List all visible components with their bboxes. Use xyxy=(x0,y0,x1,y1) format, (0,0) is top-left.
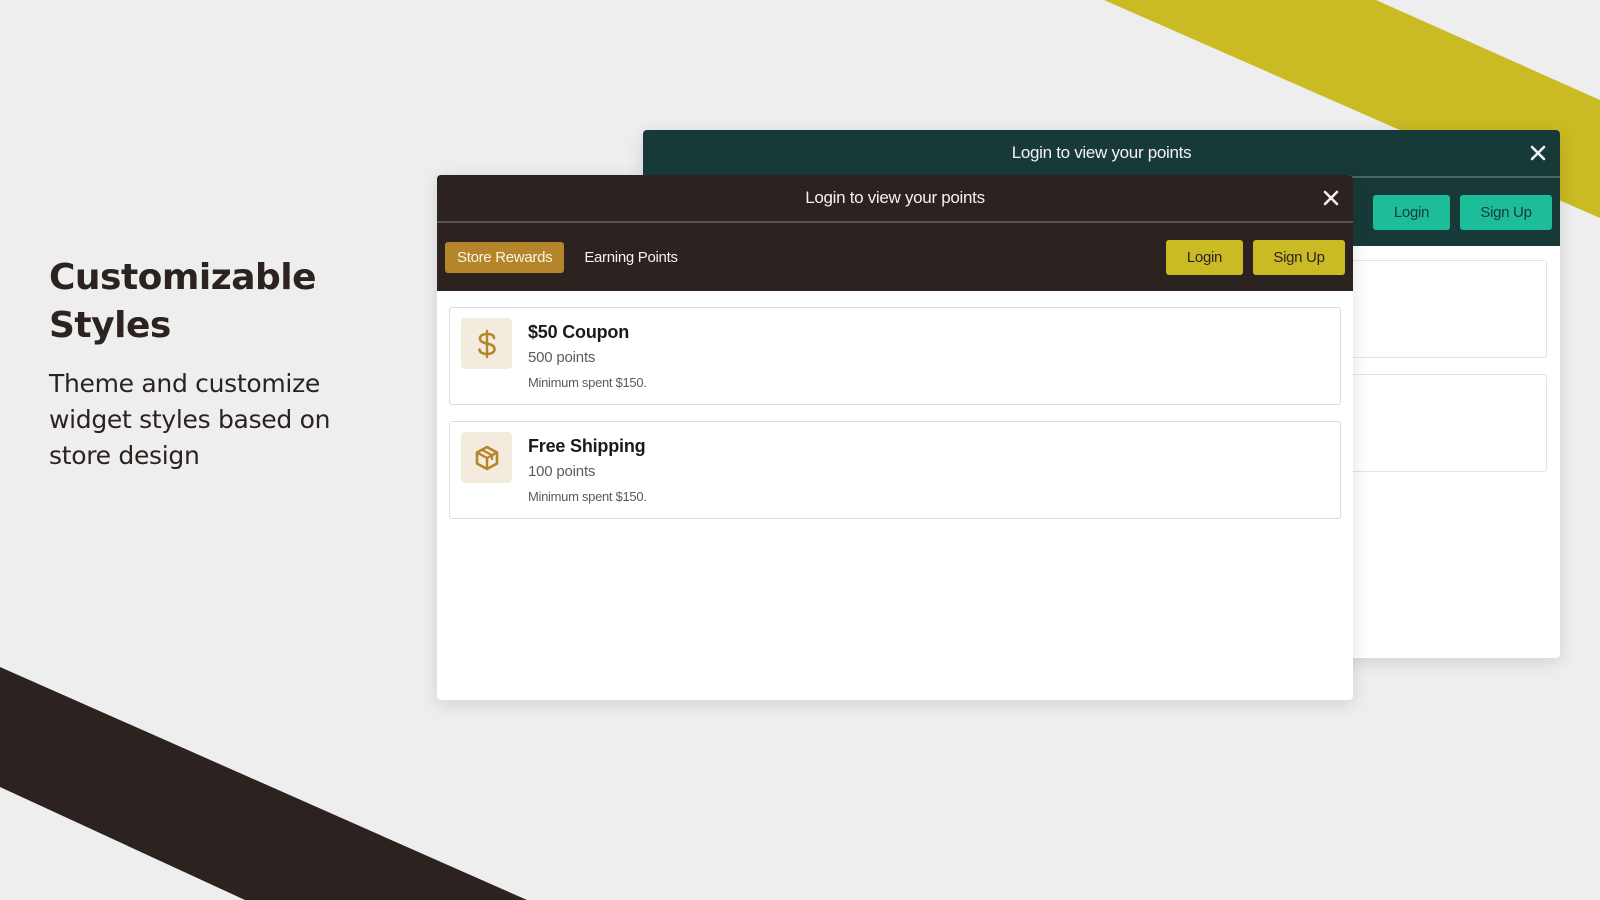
reward-card[interactable]: $50 Coupon 500 points Minimum spent $150… xyxy=(449,307,1341,405)
tab-earning-points[interactable]: Earning Points xyxy=(572,242,689,273)
login-button[interactable]: Login xyxy=(1373,194,1450,230)
rewards-widget-brown: Login to view your points Store Rewards … xyxy=(437,175,1353,700)
signup-button[interactable]: Sign Up xyxy=(1253,239,1345,275)
widget-body: $50 Coupon 500 points Minimum spent $150… xyxy=(437,291,1353,551)
reward-info: Free Shipping 100 points Minimum spent $… xyxy=(528,432,647,508)
dark-stripe xyxy=(0,667,527,900)
reward-icon-box xyxy=(461,432,512,483)
widget-header-title: Login to view your points xyxy=(1011,143,1192,162)
reward-note: Minimum spent $150. xyxy=(528,375,647,390)
widget-subbar: Store Rewards Earning Points Login Sign … xyxy=(437,223,1353,291)
close-icon[interactable] xyxy=(1528,143,1548,163)
widget-tabs: Store Rewards Earning Points xyxy=(445,241,690,273)
reward-title: Free Shipping xyxy=(528,436,646,456)
intro-section: Customizable Styles Theme and customize … xyxy=(49,254,409,474)
reward-icon-box xyxy=(461,318,512,369)
reward-note: Minimum spent $150. xyxy=(528,489,647,504)
reward-card[interactable]: Free Shipping 100 points Minimum spent $… xyxy=(449,421,1341,519)
widget-header: Login to view your points xyxy=(643,130,1560,178)
tab-store-rewards[interactable]: Store Rewards xyxy=(445,241,565,273)
reward-points: 500 points xyxy=(528,349,596,366)
login-button[interactable]: Login xyxy=(1166,239,1243,275)
signup-button[interactable]: Sign Up xyxy=(1460,194,1552,230)
package-icon xyxy=(475,445,498,470)
intro-description: Theme and customize widget styles based … xyxy=(49,369,331,470)
dollar-icon xyxy=(477,329,496,358)
reward-title: $50 Coupon xyxy=(528,322,630,342)
reward-info: $50 Coupon 500 points Minimum spent $150… xyxy=(528,318,647,394)
close-icon[interactable] xyxy=(1321,188,1341,208)
widget-header: Login to view your points xyxy=(437,175,1353,223)
widget-header-title: Login to view your points xyxy=(805,188,985,207)
intro-title: Customizable Styles xyxy=(49,257,317,346)
reward-points: 100 points xyxy=(528,463,596,480)
